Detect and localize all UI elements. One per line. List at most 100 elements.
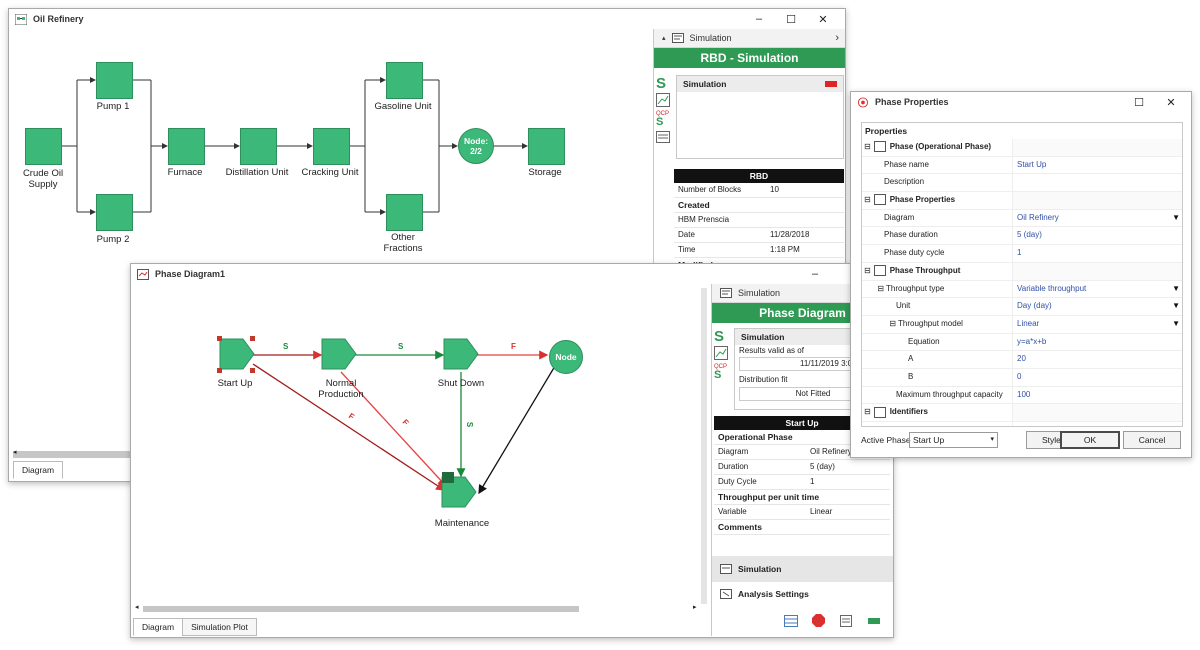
property-value[interactable] xyxy=(1012,174,1182,192)
property-row[interactable]: B0 xyxy=(862,368,1182,387)
property-row[interactable]: Phase name Start Up xyxy=(862,156,1182,175)
rbd-titlebar[interactable]: Oil Refinery xyxy=(9,9,845,29)
collapse-toggle-icon[interactable]: ⊟ xyxy=(864,142,871,151)
block-distillation-unit[interactable] xyxy=(240,128,277,165)
dropdown-arrow-icon[interactable]: ▼ xyxy=(1172,281,1180,298)
property-value[interactable] xyxy=(1012,422,1182,426)
property-value[interactable]: Start Up xyxy=(1012,156,1182,174)
phase-scroll-left-icon[interactable]: ◂ xyxy=(135,603,139,611)
phase-vertical-scrollbar[interactable] xyxy=(701,288,707,604)
dropdown-arrow-icon[interactable]: ▼ xyxy=(1172,210,1180,227)
phase-scroll-right-icon[interactable]: ▸ xyxy=(693,603,697,611)
list-icon[interactable] xyxy=(840,615,852,627)
nav-simulation[interactable]: Simulation xyxy=(712,556,893,582)
horizontal-scrollbar[interactable] xyxy=(13,451,131,458)
scroll-up-arrow-icon[interactable]: ▴ xyxy=(662,34,666,42)
property-row[interactable]: Unit Day (day) ▼ xyxy=(862,298,1182,316)
property-key-cell: ⊟ Throughput type xyxy=(862,281,1012,298)
throughput-section: Throughput per unit time xyxy=(714,490,890,505)
close-button[interactable]: ✕ xyxy=(807,13,839,26)
block-storage[interactable] xyxy=(528,128,565,165)
dropdown-arrow-icon[interactable]: ▼ xyxy=(1172,316,1180,333)
simulate-s-icon[interactable]: S xyxy=(656,75,672,93)
property-row[interactable]: Maximum throughput capacity 100 xyxy=(862,386,1182,405)
block-furnace[interactable] xyxy=(168,128,205,165)
time-row: Time 1:18 PM xyxy=(674,243,844,258)
property-row[interactable]: ⊟ Throughput model Linear ▼ xyxy=(862,315,1182,334)
phase-canvas[interactable]: S S F S F F Start Up Normal Production S… xyxy=(131,286,709,612)
plot-icon[interactable] xyxy=(714,346,728,360)
collapse-toggle-icon[interactable]: ⊟ xyxy=(864,266,871,275)
block-other-fractions[interactable] xyxy=(386,194,423,231)
property-row[interactable]: Equation y=a*x+b xyxy=(862,333,1182,352)
tab-diagram[interactable]: Diagram xyxy=(13,461,64,479)
nav-analysis-settings[interactable]: Analysis Settings xyxy=(712,582,893,606)
property-row[interactable]: ⊟ Throughput type Variable throughput ▼ xyxy=(862,280,1182,299)
property-value[interactable]: Oil Refinery ▼ xyxy=(1012,209,1182,227)
property-key-cell: ⊟ Phase (Operational Phase) xyxy=(862,139,1012,156)
block-cracking-unit[interactable] xyxy=(313,128,350,165)
property-row[interactable]: Description xyxy=(862,174,1182,193)
property-section[interactable]: ⊟ Phase Properties xyxy=(862,192,1182,210)
property-value[interactable]: Day (day) ▼ xyxy=(1012,298,1182,315)
properties-maximize-button[interactable]: ☐ xyxy=(1123,96,1155,109)
property-key-cell: ⊟ Throughput model xyxy=(862,316,1012,333)
dropdown-arrow-icon[interactable]: ▼ xyxy=(1172,298,1180,315)
tab-simulation-plot[interactable]: Simulation Plot xyxy=(182,618,257,636)
phase-block-start-up[interactable] xyxy=(217,336,257,376)
collapse-toggle-icon[interactable]: ⊟ xyxy=(864,407,871,416)
expand-toggle-icon[interactable]: ⊟ xyxy=(862,281,886,298)
block-pump-1[interactable] xyxy=(96,62,133,99)
ok-button[interactable]: OK xyxy=(1060,431,1120,449)
simulation-toolbar: S QCP S xyxy=(656,75,672,143)
phase-block-shut-down[interactable] xyxy=(443,338,483,378)
property-value[interactable]: 5 (day) xyxy=(1012,227,1182,245)
phase-diagram-window: Phase Diagram1 – S S F S F F Start Up No… xyxy=(130,263,894,638)
phase-minimize-button[interactable]: – xyxy=(799,268,831,280)
collapse-chevron-icon[interactable]: › xyxy=(835,32,839,44)
status-indicator xyxy=(825,81,837,87)
property-section[interactable]: ⊟ Identifiers xyxy=(862,404,1182,422)
property-value[interactable]: 100 xyxy=(1012,386,1182,404)
active-phase-select[interactable]: Start Up ▾ xyxy=(909,432,998,448)
simulation-title: Simulation xyxy=(683,79,727,89)
phase-block-normal-production[interactable] xyxy=(321,338,361,378)
property-section[interactable]: ⊟ Phase (Operational Phase) xyxy=(862,139,1182,157)
phase-titlebar[interactable]: Phase Diagram1 xyxy=(131,264,893,284)
phase-node[interactable]: Node xyxy=(549,340,583,374)
tab-diagram[interactable]: Diagram xyxy=(133,618,184,636)
scroll-left-arrow-icon[interactable]: ◂ xyxy=(13,448,17,456)
property-value[interactable]: 20 xyxy=(1012,351,1182,368)
block-pump-2[interactable] xyxy=(96,194,133,231)
simulation-box[interactable]: Simulation xyxy=(676,75,844,159)
property-section[interactable]: ⊟ Phase Throughput xyxy=(862,262,1182,281)
minimize-button[interactable]: – xyxy=(743,13,775,25)
cancel-button[interactable]: Cancel xyxy=(1123,431,1181,449)
stop-icon[interactable] xyxy=(812,614,825,627)
property-row[interactable]: Phase duty cycle 1 xyxy=(862,245,1182,263)
property-row[interactable]: Diagram Oil Refinery ▼ xyxy=(862,209,1182,228)
property-row[interactable]: Comments xyxy=(862,422,1182,426)
property-value[interactable]: 1 xyxy=(1012,245,1182,262)
status-green-icon[interactable] xyxy=(868,618,880,624)
grid-icon[interactable] xyxy=(784,615,798,627)
maximize-button[interactable]: ☐ xyxy=(775,13,807,26)
node-2-of-2[interactable]: Node: 2/2 xyxy=(458,128,494,164)
property-value[interactable]: Variable throughput ▼ xyxy=(1012,280,1182,298)
property-value[interactable]: 0 xyxy=(1012,368,1182,386)
phase-node-label: Node xyxy=(555,352,577,362)
phase-block-maintenance[interactable] xyxy=(439,472,481,514)
block-crude-oil-supply[interactable] xyxy=(25,128,62,165)
collapse-toggle-icon[interactable]: ⊟ xyxy=(864,195,871,204)
expand-toggle-icon[interactable]: ⊟ xyxy=(862,316,898,333)
properties-close-button[interactable]: ✕ xyxy=(1155,96,1187,109)
property-row[interactable]: A 20 xyxy=(862,351,1182,369)
phase-horizontal-scrollbar[interactable] xyxy=(143,606,579,612)
simulate-s-icon[interactable]: S xyxy=(714,328,730,346)
block-gasoline-unit[interactable] xyxy=(386,62,423,99)
property-value[interactable]: Linear ▼ xyxy=(1012,315,1182,333)
property-value[interactable]: y=a*x+b xyxy=(1012,333,1182,351)
property-row[interactable]: Phase duration 5 (day) xyxy=(862,227,1182,246)
plot-icon[interactable] xyxy=(656,93,670,107)
report-icon[interactable] xyxy=(656,131,670,143)
